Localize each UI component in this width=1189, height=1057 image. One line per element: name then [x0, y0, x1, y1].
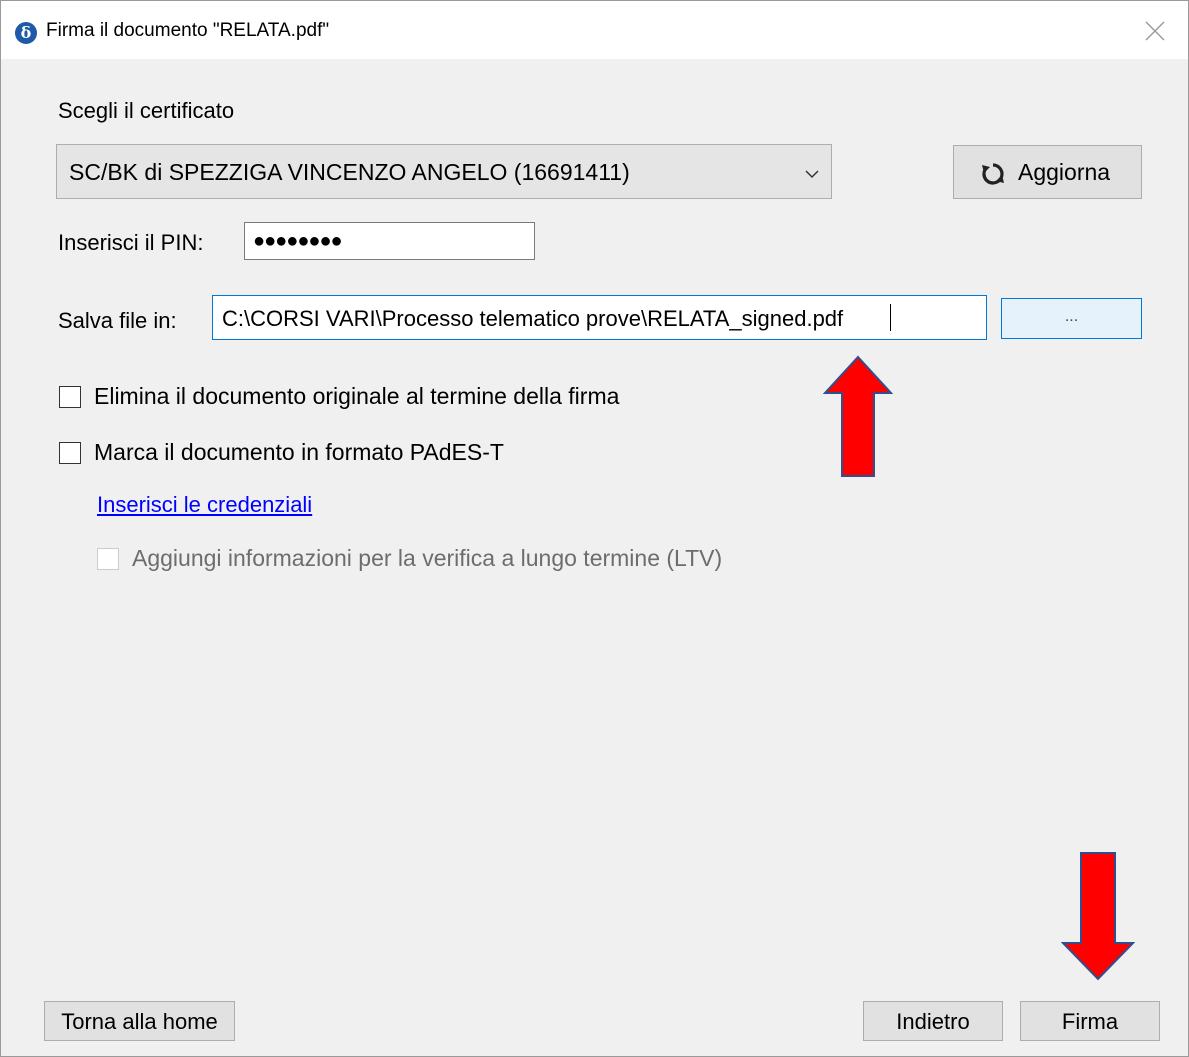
home-button[interactable]: Torna alla home: [44, 1001, 235, 1041]
window-title: Firma il documento "RELATA.pdf": [46, 20, 330, 41]
refresh-button[interactable]: Aggiorna: [953, 145, 1142, 199]
refresh-button-label: Aggiorna: [1018, 159, 1111, 185]
credentials-link[interactable]: Inserisci le credenziali: [97, 492, 312, 518]
sign-button[interactable]: Firma: [1020, 1001, 1160, 1041]
text-caret: [890, 304, 891, 331]
certificate-select[interactable]: SC/BK di SPEZZIGA VINCENZO ANGELO (16691…: [56, 144, 832, 199]
browse-button-label: ...: [1064, 308, 1079, 325]
save-path-label: Salva file in:: [58, 308, 177, 333]
annotation-arrow-down: [1061, 852, 1135, 981]
delete-original-label[interactable]: Elimina il documento originale al termin…: [94, 383, 619, 410]
pin-label: Inserisci il PIN:: [58, 230, 204, 255]
title-bar: δ Firma il documento "RELATA.pdf": [1, 1, 1188, 59]
certificate-selected-value: SC/BK di SPEZZIGA VINCENZO ANGELO (16691…: [69, 159, 630, 185]
save-path-input[interactable]: C:\CORSI VARI\Processo telematico prove\…: [212, 295, 987, 340]
browse-button[interactable]: ...: [1001, 298, 1142, 339]
ltv-checkbox: [97, 548, 119, 570]
pades-t-checkbox[interactable]: [59, 442, 81, 464]
sign-dialog: δ Firma il documento "RELATA.pdf" Scegli…: [0, 0, 1189, 1057]
delete-original-checkbox[interactable]: [59, 386, 81, 408]
back-button[interactable]: Indietro: [863, 1001, 1003, 1041]
back-button-label: Indietro: [896, 1009, 970, 1034]
sign-button-label: Firma: [1061, 1009, 1119, 1034]
home-button-label: Torna alla home: [61, 1009, 218, 1034]
pades-t-label[interactable]: Marca il documento in formato PAdES-T: [94, 439, 504, 466]
pin-masked-value: ●●●●●●●●: [253, 230, 343, 252]
ltv-label: Aggiungi informazioni per la verifica a …: [132, 545, 723, 571]
save-path-value: C:\CORSI VARI\Processo telematico prove\…: [222, 306, 844, 331]
annotation-arrow-up: [823, 355, 893, 477]
certificate-label: Scegli il certificato: [58, 98, 235, 123]
app-logo-icon: δ: [15, 22, 37, 44]
close-icon: [1145, 21, 1165, 41]
pin-input[interactable]: ●●●●●●●●: [244, 222, 535, 260]
chevron-down-icon: [805, 166, 819, 184]
close-button[interactable]: [1125, 9, 1185, 53]
refresh-icon: [980, 161, 1006, 193]
